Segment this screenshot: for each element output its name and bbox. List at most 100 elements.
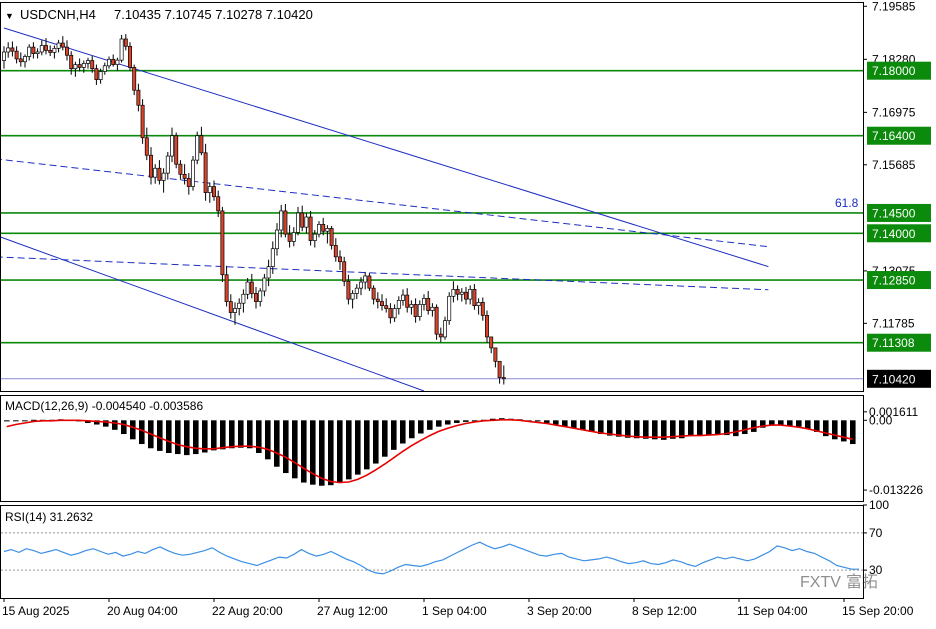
candle-body — [392, 308, 397, 319]
level-label: 7.16400 — [872, 129, 916, 143]
candle-body — [107, 58, 111, 67]
candle-body — [165, 155, 170, 174]
candle-body — [384, 305, 389, 309]
macd-bar — [22, 420, 28, 422]
symbol-triangle-icon[interactable]: ▼ — [5, 11, 14, 21]
macd-bar — [373, 420, 379, 464]
macd-bar — [229, 420, 235, 449]
candle-body — [98, 71, 103, 80]
candle-body — [304, 216, 309, 228]
macd-bar — [166, 420, 172, 454]
candle-body — [350, 293, 355, 300]
level-label: 7.14000 — [872, 227, 916, 241]
macd-bar — [265, 420, 271, 460]
candle — [132, 64, 137, 96]
candle-body — [178, 163, 183, 175]
price-tick-label: 7.16975 — [872, 105, 916, 119]
time-tick-label: 3 Sep 20:00 — [527, 604, 592, 618]
candle-body — [413, 304, 418, 317]
candle-body — [258, 290, 263, 302]
candle-body — [56, 42, 61, 49]
candle — [128, 42, 132, 71]
macd-bar — [121, 420, 127, 435]
candle-body — [405, 294, 410, 308]
macd-bar — [571, 420, 577, 429]
candle-body — [254, 293, 258, 302]
candle-body — [191, 159, 195, 187]
macd-bar — [409, 420, 415, 439]
candle-body — [60, 42, 65, 48]
candle-body — [296, 212, 300, 233]
macd-bar — [643, 420, 649, 439]
candle-body — [396, 300, 401, 309]
candle — [119, 34, 124, 63]
macd-bar — [787, 420, 793, 426]
candle-body — [401, 294, 405, 301]
macd-bar — [445, 420, 451, 425]
candle-body — [275, 229, 279, 250]
chart-canvas[interactable]: 7.195857.182807.169757.156857.130757.117… — [0, 0, 936, 624]
candle-body — [6, 47, 11, 53]
candle — [191, 156, 195, 191]
candle-body — [140, 104, 145, 139]
candle-body — [224, 274, 229, 302]
candle-body — [241, 293, 246, 304]
macd-bar — [274, 420, 280, 467]
macd-bar — [220, 420, 226, 450]
macd-bar — [589, 420, 595, 432]
candle-body — [300, 212, 305, 228]
candle-body — [170, 135, 174, 157]
candle — [195, 131, 200, 165]
candle-body — [174, 135, 179, 165]
candle-body — [128, 45, 132, 68]
macd-bar — [535, 420, 541, 422]
candle-body — [220, 210, 225, 276]
candle-body — [279, 210, 284, 231]
candle — [220, 206, 225, 283]
chart-ohlc: 7.10435 7.10745 7.10278 7.10420 — [114, 7, 313, 22]
rsi-title: RSI(14) 31.2632 — [5, 510, 93, 524]
candle-body — [31, 46, 36, 54]
rsi-panel-frame — [0, 505, 864, 599]
candle-body — [18, 58, 23, 63]
candle-body — [459, 291, 464, 295]
macd-bar — [202, 420, 208, 453]
macd-bar — [4, 420, 10, 422]
candle-body — [48, 50, 53, 53]
candle-body — [153, 167, 158, 178]
macd-bar — [436, 420, 442, 427]
time-tick-label: 20 Aug 04:00 — [107, 604, 178, 618]
candle-body — [472, 289, 477, 306]
level-label: 7.12850 — [872, 274, 916, 288]
macd-bar — [283, 420, 289, 474]
candle-body — [422, 297, 426, 305]
macd-bar — [742, 420, 748, 435]
candle-body — [157, 167, 162, 181]
candle-body — [489, 336, 494, 349]
candle — [367, 273, 372, 292]
candle-body — [367, 275, 372, 289]
candle-body — [501, 377, 506, 380]
watermark-brand: FXTV — [800, 574, 841, 591]
candle-body — [2, 51, 6, 61]
candle-body — [119, 38, 124, 61]
candle-body — [287, 233, 292, 242]
macd-bar — [292, 420, 298, 479]
candle-body — [438, 333, 443, 338]
watermark-chinese: 富拓 — [846, 573, 878, 591]
macd-title: MACD(12,26,9) -0.004540 -0.003586 — [5, 399, 203, 413]
candle — [174, 132, 179, 169]
price-tick-label: 7.15685 — [872, 158, 916, 172]
candle-body — [10, 47, 15, 52]
candle-body — [245, 281, 250, 295]
macd-bar — [301, 420, 307, 483]
macd-bar — [850, 420, 856, 445]
candle-body — [464, 291, 468, 300]
candle-body — [203, 152, 208, 193]
time-tick-label: 15 Sep 20:00 — [842, 604, 914, 618]
macd-bar — [751, 420, 757, 432]
macd-bar — [400, 420, 406, 444]
candle-body — [417, 304, 422, 317]
candle-body — [443, 320, 447, 338]
chart-window[interactable]: 7.19585 7.18280 7.16975 7.15685 7.13075 7.117… — [0, 0, 936, 624]
